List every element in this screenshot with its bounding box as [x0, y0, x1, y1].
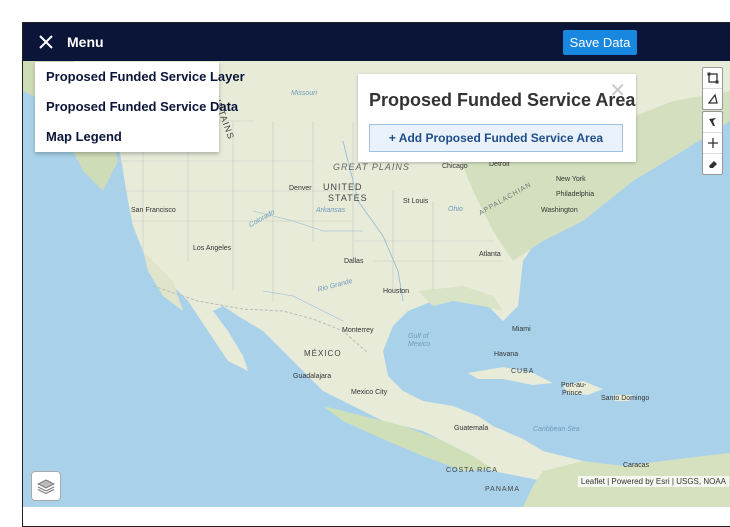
draw-toolbar-top: [702, 67, 723, 110]
map-label-denver: Denver: [289, 185, 312, 192]
map-label-states: STATES: [328, 193, 368, 203]
close-icon[interactable]: [38, 34, 54, 50]
map-label-port-au: Port-au-: [561, 382, 587, 389]
cut-icon[interactable]: [703, 133, 722, 154]
map-label-arkansas: Arkansas: [316, 207, 346, 214]
map-label-dallas: Dallas: [344, 258, 364, 265]
funded-service-area-panel: Proposed Funded Service Area ✕ + Add Pro…: [358, 74, 636, 162]
draw-rectangle-icon[interactable]: [703, 68, 722, 89]
map-label-prince: Prince: [562, 390, 582, 397]
menu-item-funded-service-layer[interactable]: Proposed Funded Service Layer: [46, 69, 245, 84]
map-label-philadelphia: Philadelphia: [556, 191, 595, 198]
map-label-mexico-city: Mexico City: [351, 389, 388, 396]
add-funded-service-area-button[interactable]: + Add Proposed Funded Service Area: [369, 124, 623, 152]
menu-item-map-legend[interactable]: Map Legend: [46, 129, 122, 144]
map-attribution: Leaflet | Powered by Esri | USGS, NOAA: [577, 476, 729, 487]
menu-dropdown: Proposed Funded Service Layer Proposed F…: [35, 62, 245, 152]
menu-label[interactable]: Menu: [67, 34, 104, 50]
map-label-gulf: Gulf of: [408, 333, 429, 340]
save-data-button[interactable]: Save Data: [563, 30, 637, 55]
map-label-caracas: Caracas: [623, 462, 650, 469]
map-label-ohio: Ohio: [448, 206, 463, 213]
panel-title: Proposed Funded Service Area: [369, 90, 636, 110]
map-label-st-louis: St Louis: [403, 198, 429, 205]
map-label-mexico: MÉXICO: [304, 349, 342, 358]
close-icon[interactable]: ✕: [609, 78, 626, 103]
edit-icon[interactable]: [703, 112, 722, 133]
map-label-great-plains: GREAT PLAINS: [333, 162, 410, 172]
map-label-monterrey: Monterrey: [342, 327, 374, 334]
map-label-santo-domingo: Santo Domingo: [601, 395, 650, 402]
map-label-houston: Houston: [383, 288, 410, 295]
map-label-washington: Washington: [541, 207, 578, 214]
eraser-icon[interactable]: [703, 154, 722, 174]
map-label-detroit: Detroit: [489, 161, 510, 168]
map-label-los-angeles: Los Angeles: [193, 245, 232, 252]
map-label-gulf-2: Mexico: [408, 341, 431, 348]
map-label-panama: PANAMA: [485, 486, 521, 493]
map-label-chicago: Chicago: [442, 163, 468, 170]
menu-item-funded-service-data[interactable]: Proposed Funded Service Data: [46, 99, 238, 114]
draw-toolbar-bottom: [702, 111, 723, 175]
map-label-guadalajara: Guadalajara: [293, 373, 332, 380]
map-label-cuba: CUBA: [511, 368, 535, 375]
map-label-atlanta: Atlanta: [479, 251, 501, 258]
map-label-caribbean: Caribbean Sea: [533, 426, 580, 433]
map-label-san-francisco: San Francisco: [131, 207, 176, 214]
map-label-havana: Havana: [494, 351, 519, 358]
layers-icon[interactable]: [31, 471, 61, 501]
draw-polygon-icon[interactable]: [703, 89, 722, 109]
map-label-new-york: New York: [556, 176, 586, 183]
map-label-guatemala: Guatemala: [454, 425, 489, 432]
map-label-costa-rica: COSTA RICA: [446, 467, 498, 474]
map-label-united: UNITED: [323, 182, 363, 192]
map-label-missouri: Missouri: [291, 90, 318, 97]
map-label-miami: Miami: [512, 326, 531, 333]
